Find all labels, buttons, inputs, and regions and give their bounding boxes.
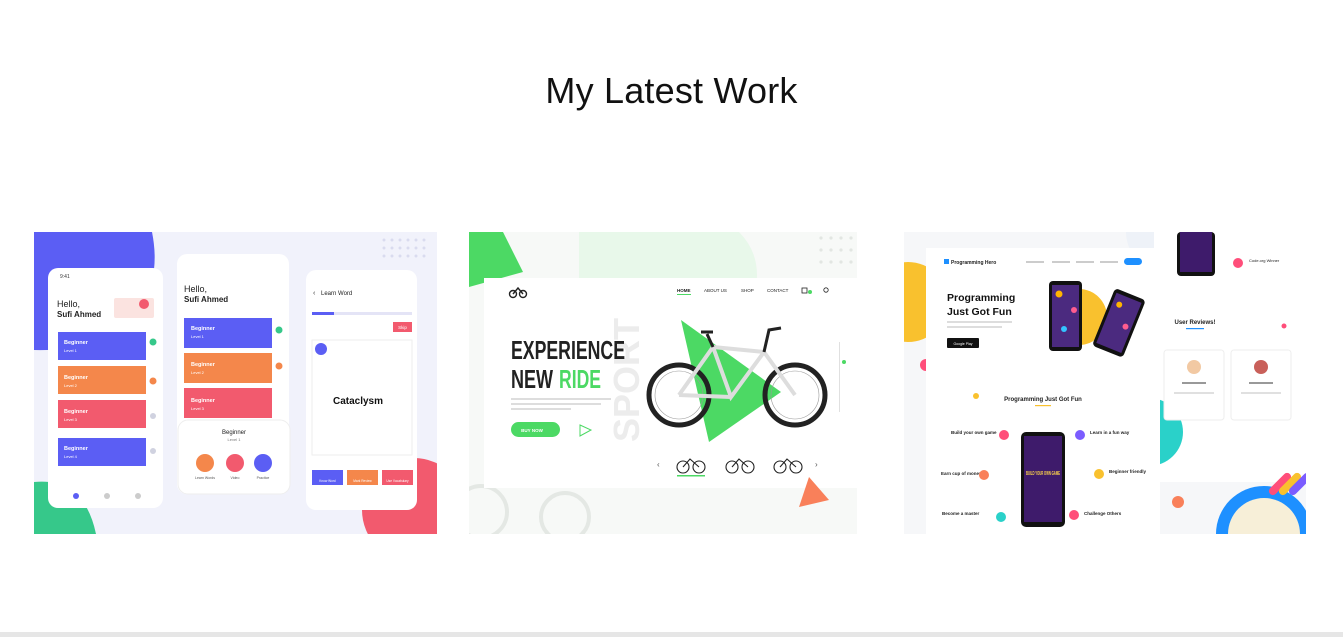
section-title: My Latest Work	[545, 70, 798, 111]
svg-text:Build your own game: Build your own game	[951, 430, 997, 435]
svg-text:Level 2: Level 2	[191, 370, 205, 375]
svg-text:Hello,: Hello,	[57, 299, 80, 309]
svg-text:Earn cup of money: Earn cup of money	[941, 471, 982, 476]
svg-text:Level 3: Level 3	[64, 417, 78, 422]
svg-text:SHOP: SHOP	[741, 288, 754, 293]
svg-text:Become a master: Become a master	[942, 511, 980, 516]
svg-text:Sufi Ahmed: Sufi Ahmed	[184, 295, 228, 304]
phone-levels-screen: Hello, Sufi Ahmed Beginner Level 1 Begin…	[177, 254, 291, 495]
svg-text:Beginner: Beginner	[222, 430, 246, 436]
portfolio-card-programming-hero[interactable]: Programming Hero Programming Just Got Fu…	[904, 232, 1306, 534]
svg-text:Beginner: Beginner	[64, 340, 89, 346]
svg-text:Beginner: Beginner	[191, 398, 216, 404]
svg-text:User Reviews!: User Reviews!	[1174, 320, 1215, 326]
svg-text:Level 1: Level 1	[191, 334, 205, 339]
svg-text:Beginner: Beginner	[191, 362, 216, 368]
phone-word-screen: ‹ Learn Word Skip Cataclysm Know Word Ma…	[306, 270, 417, 510]
svg-text:Learn Word: Learn Word	[321, 291, 352, 297]
svg-text:HOME: HOME	[677, 288, 691, 293]
svg-text:Sufi Ahmed: Sufi Ahmed	[57, 310, 101, 319]
svg-text:Challenge Others: Challenge Others	[1084, 511, 1122, 516]
svg-text:Learn in a fun way: Learn in a fun way	[1090, 430, 1130, 435]
svg-text:BUY NOW: BUY NOW	[521, 428, 543, 433]
svg-text:Video: Video	[231, 476, 240, 480]
svg-text:ABOUT US: ABOUT US	[704, 288, 727, 293]
svg-text:Programming: Programming	[947, 292, 1015, 304]
svg-text:Level 1: Level 1	[228, 437, 242, 442]
svg-text:Programming Hero: Programming Hero	[951, 260, 996, 266]
svg-text:Mark Review: Mark Review	[353, 479, 372, 483]
svg-text:Beginner: Beginner	[64, 446, 89, 452]
svg-text:NEW: NEW	[511, 364, 553, 394]
portfolio-card-learning-app[interactable]: 9:41 Hello, Sufi Ahmed Beginner Level 1 …	[34, 232, 437, 534]
svg-text:Just Got Fun: Just Got Fun	[947, 306, 1012, 318]
svg-text:CONTACT: CONTACT	[767, 288, 789, 293]
svg-text:‹: ‹	[657, 460, 660, 469]
svg-text:Google Play: Google Play	[953, 342, 972, 346]
svg-text:Programming Just Got Fun: Programming Just Got Fun	[1004, 397, 1082, 403]
page-bottom-divider	[0, 632, 1343, 637]
svg-text:Level 4: Level 4	[64, 454, 78, 459]
svg-text:Practice: Practice	[257, 476, 270, 480]
svg-text:Hello,: Hello,	[184, 284, 207, 294]
svg-text:Beginner friendly: Beginner friendly	[1109, 469, 1147, 474]
svg-text:Skip: Skip	[398, 325, 407, 330]
svg-text:Use Vocabulary: Use Vocabulary	[386, 479, 409, 483]
svg-text:Know Word: Know Word	[319, 479, 336, 483]
svg-text:Level 3: Level 3	[191, 406, 205, 411]
svg-text:Learn Words: Learn Words	[195, 476, 215, 480]
svg-text:Cataclysm: Cataclysm	[333, 396, 383, 407]
svg-text:RIDE: RIDE	[559, 364, 601, 394]
svg-text:BUILD YOUR OWN GAME: BUILD YOUR OWN GAME	[1026, 471, 1060, 477]
svg-text:Level 1: Level 1	[64, 348, 78, 353]
svg-text:Level 2: Level 2	[64, 383, 78, 388]
svg-text:Beginner: Beginner	[191, 326, 216, 332]
svg-text:9:41: 9:41	[60, 274, 70, 280]
phone-home-screen: 9:41 Hello, Sufi Ahmed Beginner Level 1 …	[48, 268, 163, 508]
svg-text:Beginner: Beginner	[64, 375, 89, 381]
svg-text:Code.org Winner: Code.org Winner	[1249, 258, 1280, 263]
portfolio-card-bike-shop[interactable]: HOME ABOUT US SHOP CONTACT SPORT EXPERIE…	[469, 232, 857, 534]
svg-text:›: ›	[815, 460, 818, 469]
svg-text:EXPERIENCE: EXPERIENCE	[511, 335, 625, 365]
svg-text:Beginner: Beginner	[64, 409, 89, 415]
